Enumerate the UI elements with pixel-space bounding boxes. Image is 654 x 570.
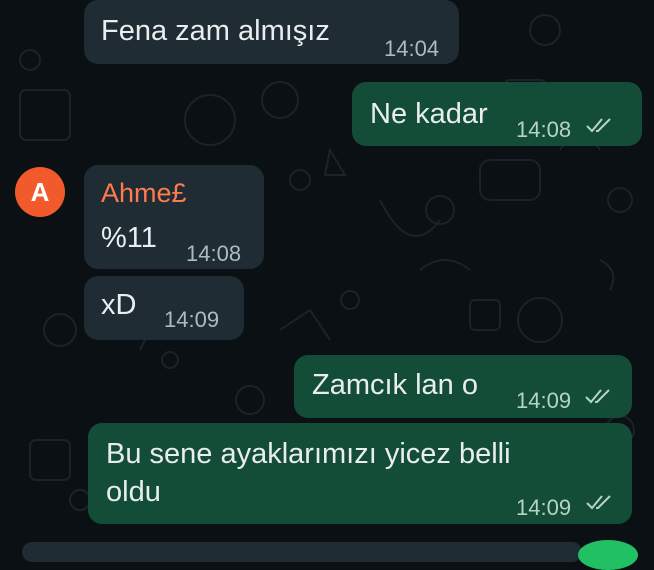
message-time: 14:08 <box>516 117 572 142</box>
message-text: xD <box>101 289 137 321</box>
message-text-line-2: oldu <box>106 476 161 508</box>
message-time: 14:09 <box>516 495 572 520</box>
message-text: Ne kadar <box>370 98 488 130</box>
message-text: Fena zam almışız <box>101 15 330 47</box>
message-bubble-incoming[interactable]: xD 14:09 <box>84 276 244 340</box>
message-text-line-1: Bu sene ayaklarımızı yicez belli <box>106 438 511 470</box>
sender-name[interactable]: Ahme£ <box>101 176 187 210</box>
message-input-bar[interactable] <box>22 542 582 562</box>
message-bubble-outgoing[interactable]: Zamcık lan o 14:09 <box>294 355 632 418</box>
message-bubble-outgoing[interactable]: Ne kadar 14:08 <box>352 82 642 146</box>
message-bubble-outgoing[interactable]: Bu sene ayaklarımızı yicez belli oldu 14… <box>88 423 632 524</box>
double-check-icon <box>586 495 611 510</box>
message-time: 14:08 <box>186 241 242 266</box>
message-time: 14:04 <box>384 36 440 61</box>
avatar[interactable]: A <box>15 167 65 217</box>
message-text: Zamcık lan o <box>312 369 478 401</box>
message-text: %11 <box>101 222 157 254</box>
message-bubble-incoming[interactable]: Ahme£ %11 14:08 <box>84 165 264 269</box>
message-time: 14:09 <box>164 307 220 332</box>
message-bubble-incoming[interactable]: Fena zam almışız 14:04 <box>84 0 459 64</box>
send-button[interactable] <box>578 540 638 570</box>
message-time: 14:09 <box>516 388 572 413</box>
avatar-initial: A <box>30 177 50 207</box>
double-check-icon <box>585 389 610 404</box>
double-check-icon <box>586 118 611 133</box>
